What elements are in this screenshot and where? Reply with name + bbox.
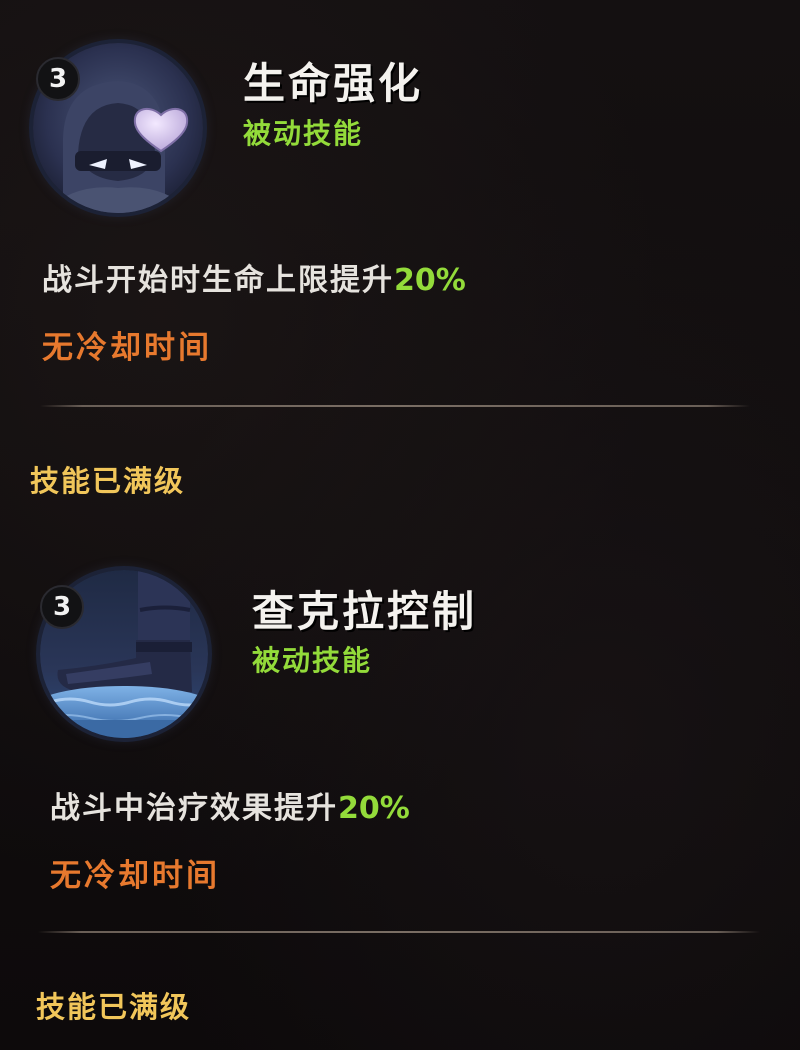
max-level-status: 技能已满级	[36, 990, 192, 1024]
cooldown-text: 无冷却时间	[50, 858, 220, 894]
divider	[40, 405, 750, 407]
cooldown-text: 无冷却时间	[42, 330, 212, 366]
skill-description: 战斗开始时生命上限提升20%	[42, 255, 466, 299]
skill-level-badge: 3	[40, 585, 84, 629]
skill-level-badge: 3	[36, 57, 80, 101]
max-level-status: 技能已满级	[30, 464, 186, 498]
divider	[38, 931, 760, 933]
skill-description-value: 20%	[394, 263, 466, 298]
skill-type-label: 被动技能	[252, 644, 373, 677]
skill-card-life-enhance[interactable]: 3 生命强化 被动技能 战斗开始时生命上限提升20% 无冷却时间 技能已满级	[0, 0, 800, 525]
skill-description-text: 战斗开始时生命上限提升	[42, 263, 394, 298]
skill-description: 战斗中治疗效果提升20%	[50, 783, 410, 827]
skill-type-label: 被动技能	[243, 117, 364, 150]
skill-card-chakra-control[interactable]: 3 查克拉控制 被动技能 战斗中治疗效果提升20% 无冷却时间 技能已满级	[0, 525, 800, 1050]
skill-description-value: 20%	[338, 791, 410, 826]
skill-name: 生命强化	[243, 59, 424, 108]
skill-description-text: 战斗中治疗效果提升	[50, 791, 338, 826]
skill-name: 查克拉控制	[252, 587, 478, 636]
